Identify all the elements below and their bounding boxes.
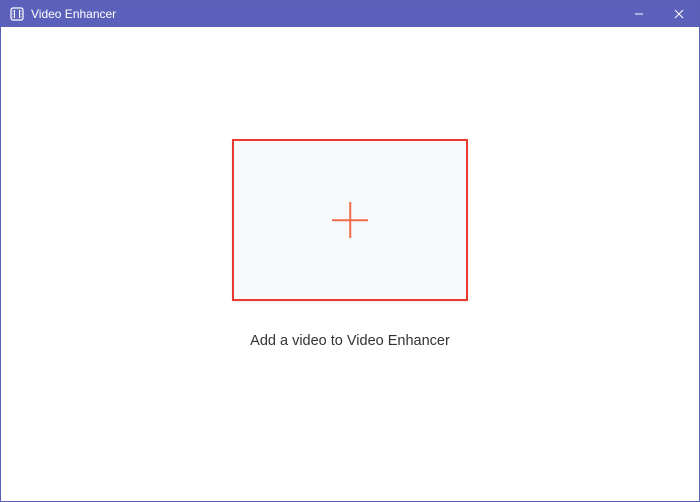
instruction-text: Add a video to Video Enhancer <box>250 333 450 349</box>
app-logo-icon <box>9 6 25 22</box>
titlebar: Video Enhancer <box>1 1 699 27</box>
close-button[interactable] <box>659 1 699 27</box>
window-controls <box>619 1 699 27</box>
add-video-dropzone[interactable] <box>232 139 468 301</box>
plus-icon <box>332 202 368 238</box>
main-content: Add a video to Video Enhancer <box>1 27 699 501</box>
minimize-button[interactable] <box>619 1 659 27</box>
app-title: Video Enhancer <box>31 7 116 21</box>
app-window: Video Enhancer Add a video to Video Enha… <box>0 0 700 502</box>
